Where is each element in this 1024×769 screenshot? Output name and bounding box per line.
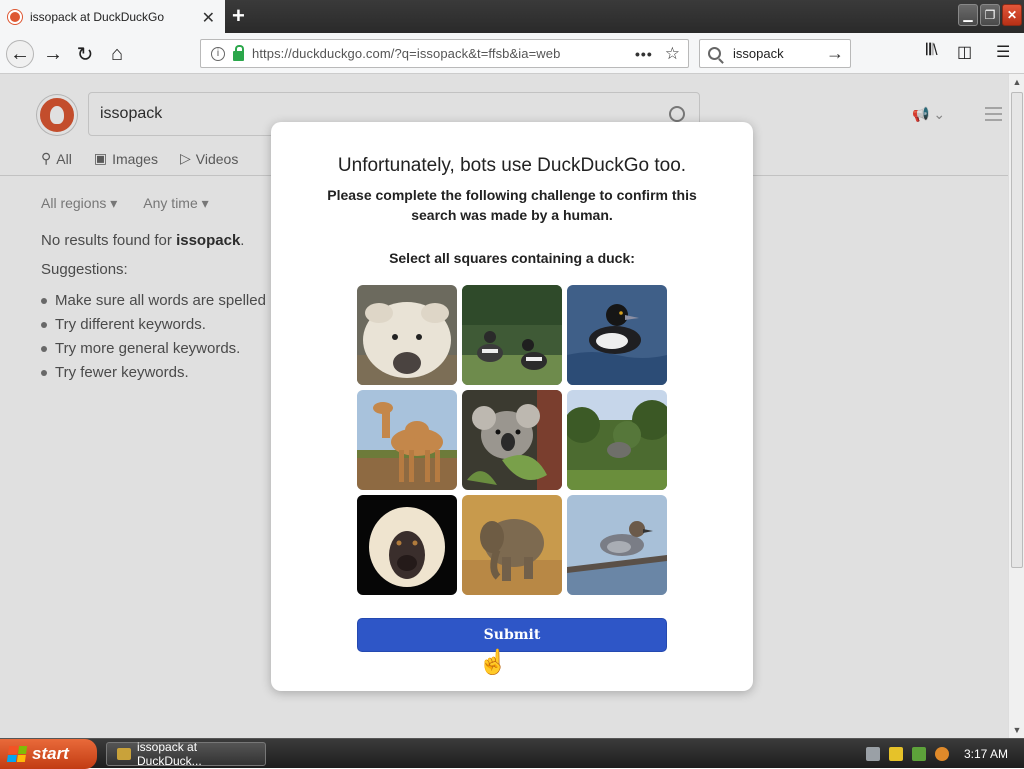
new-tab-button[interactable]: +	[232, 3, 245, 29]
url-bar[interactable]: i https://duckduckgo.com/?q=issopack&t=f…	[200, 39, 689, 68]
home-button[interactable]: ⌂	[103, 40, 131, 68]
close-window-button[interactable]: ✕	[1002, 4, 1022, 26]
url-text[interactable]: https://duckduckgo.com/?q=issopack&t=ffs…	[252, 46, 635, 61]
system-tray: 3:17 AM	[866, 739, 1016, 769]
tab-title: issopack at DuckDuckGo	[30, 9, 165, 24]
browser-search-bar[interactable]: issopack →	[699, 39, 851, 68]
network-icon[interactable]	[912, 747, 926, 761]
hand-cursor-icon: ☝	[478, 649, 508, 676]
captcha-tile-camel[interactable]	[357, 390, 457, 490]
keyboard-icon[interactable]	[866, 747, 880, 761]
submit-button[interactable]: Submit	[357, 618, 667, 652]
tab-strip: issopack at DuckDuckGo ✕ + ▁ ❐ ✕	[0, 0, 1024, 33]
library-icon[interactable]: 𝄃𝄃\	[926, 42, 938, 60]
captcha-tile-ducks[interactable]	[462, 285, 562, 385]
restore-button[interactable]: ❐	[980, 4, 1000, 26]
windows-flag-icon	[6, 746, 28, 762]
captcha-tile-duck-water[interactable]	[567, 285, 667, 385]
captcha-tile-monkey[interactable]	[357, 495, 457, 595]
captcha-modal: Unfortunately, bots use DuckDuckGo too. …	[271, 122, 753, 691]
vertical-scrollbar[interactable]: ▲ ▼	[1008, 74, 1024, 738]
taskbar: start issopack at DuckDuck... 3:17 AM	[0, 738, 1024, 769]
close-tab-icon[interactable]: ✕	[202, 8, 215, 28]
page-content: issopack ⚲ All ▣ Images ▷ Videos 📢 ⌄ All re…	[0, 74, 1008, 738]
scrollbar-thumb[interactable]	[1011, 92, 1023, 568]
scroll-up-icon[interactable]: ▲	[1009, 74, 1024, 90]
captcha-tile-pig[interactable]	[357, 285, 457, 385]
shield-icon[interactable]	[889, 747, 903, 761]
navigation-toolbar: ← → ↻ ⌂ i https://duckduckgo.com/?q=isso…	[0, 33, 1024, 74]
clock: 3:17 AM	[964, 747, 1009, 761]
reload-button[interactable]: ↻	[71, 40, 99, 68]
minimize-button[interactable]: ▁	[958, 4, 978, 26]
window-controls: ▁ ❐ ✕	[958, 4, 1022, 26]
search-tray-icon[interactable]	[935, 747, 949, 761]
captcha-tile-elephant[interactable]	[462, 495, 562, 595]
captcha-tile-elephant-bush[interactable]	[567, 390, 667, 490]
tab-duckduckgo[interactable]: issopack at DuckDuckGo ✕	[0, 0, 225, 33]
sidebar-icon[interactable]: ◫	[957, 42, 972, 62]
modal-subtitle: Please complete the following challenge …	[327, 187, 697, 223]
captcha-tile-koala[interactable]	[462, 390, 562, 490]
info-icon[interactable]: i	[211, 46, 225, 61]
page-actions-icon[interactable]: •••	[635, 46, 653, 62]
search-go-icon[interactable]: →	[826, 43, 844, 64]
captcha-tile-duck-branch[interactable]	[567, 495, 667, 595]
scroll-down-icon[interactable]: ▼	[1009, 722, 1024, 738]
menu-icon[interactable]: ☰	[996, 42, 1010, 62]
search-icon	[708, 47, 721, 60]
duckduckgo-favicon-icon	[8, 9, 22, 24]
forward-button[interactable]: →	[39, 40, 67, 68]
bookmark-star-icon[interactable]: ☆	[665, 44, 680, 64]
start-button[interactable]: start	[0, 739, 97, 769]
browser-icon	[117, 748, 131, 760]
captcha-grid	[357, 285, 667, 595]
search-input[interactable]: issopack	[733, 46, 826, 61]
challenge-prompt: Select all squares containing a duck:	[389, 250, 635, 266]
back-button[interactable]: ←	[6, 40, 34, 68]
lock-icon[interactable]	[233, 44, 244, 61]
modal-title: Unfortunately, bots use DuckDuckGo too.	[337, 155, 687, 176]
taskbar-item-browser[interactable]: issopack at DuckDuck...	[106, 740, 266, 768]
